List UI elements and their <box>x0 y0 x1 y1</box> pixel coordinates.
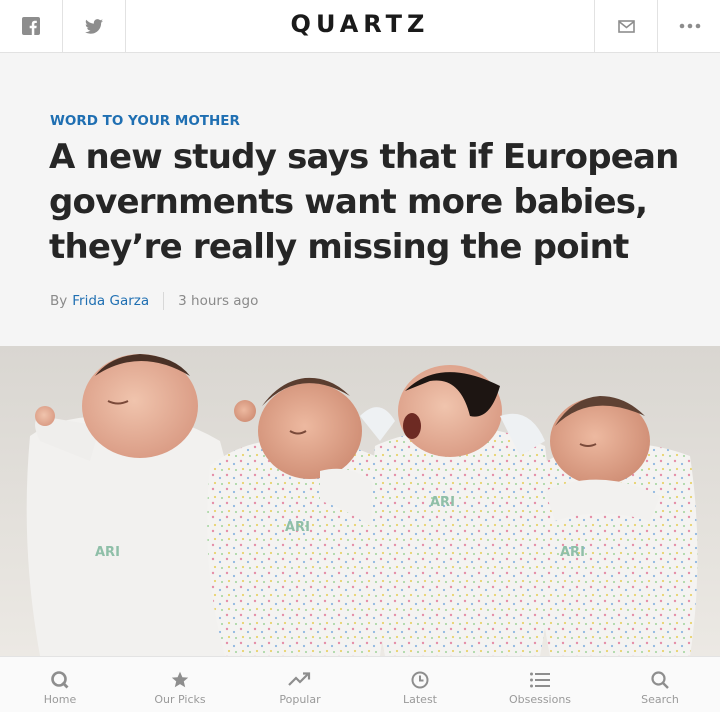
list-icon <box>530 672 550 688</box>
nav-latest[interactable]: Latest <box>360 657 480 713</box>
onesie-print-4: ARI <box>560 545 585 560</box>
nav-popular-label: Popular <box>279 693 321 706</box>
nav-search-label: Search <box>641 693 679 706</box>
nav-obsessions-label: Obsessions <box>508 693 572 706</box>
article-headline: A new study says that if European govern… <box>49 137 679 267</box>
more-options-button[interactable] <box>657 0 720 52</box>
article-header: WORD TO YOUR MOTHER A new study says tha… <box>0 53 720 346</box>
onesie-print-2: ARI <box>285 520 310 535</box>
byline-prefix: By <box>50 293 68 309</box>
hero-photo: ARI ARI ARI ARI <box>0 346 720 656</box>
nav-our-picks[interactable]: Our Picks <box>120 657 240 713</box>
byline-divider <box>163 292 165 310</box>
onesie-print-3: ARI <box>430 495 455 510</box>
newborns-illustration: ARI ARI ARI ARI <box>0 346 720 656</box>
author-link[interactable]: Frida Garza <box>72 293 149 309</box>
clock-icon <box>411 671 429 689</box>
more-icon <box>679 23 700 29</box>
search-icon <box>651 671 669 689</box>
nav-search[interactable]: Search <box>600 657 720 713</box>
nav-home-label: Home <box>43 693 77 706</box>
top-bar: QUARTZ <box>0 0 720 53</box>
quartz-q-icon <box>51 671 69 689</box>
bottom-nav: Home Our Picks Popular Latest Obsessions <box>0 656 720 712</box>
star-icon <box>171 671 189 688</box>
nav-latest-label: Latest <box>403 693 437 706</box>
nav-home[interactable]: Home <box>0 657 120 713</box>
trending-icon <box>288 672 311 686</box>
nav-popular[interactable]: Popular <box>240 657 360 713</box>
onesie-print-1: ARI <box>95 545 120 560</box>
email-share-button[interactable] <box>594 0 657 52</box>
nav-obsessions[interactable]: Obsessions <box>480 657 600 713</box>
nav-our-picks-label: Our Picks <box>154 693 206 706</box>
article-kicker[interactable]: WORD TO YOUR MOTHER <box>50 113 240 129</box>
article-timestamp: 3 hours ago <box>178 293 259 309</box>
byline: By Frida Garza 3 hours ago <box>50 292 258 310</box>
mail-icon <box>617 19 635 33</box>
